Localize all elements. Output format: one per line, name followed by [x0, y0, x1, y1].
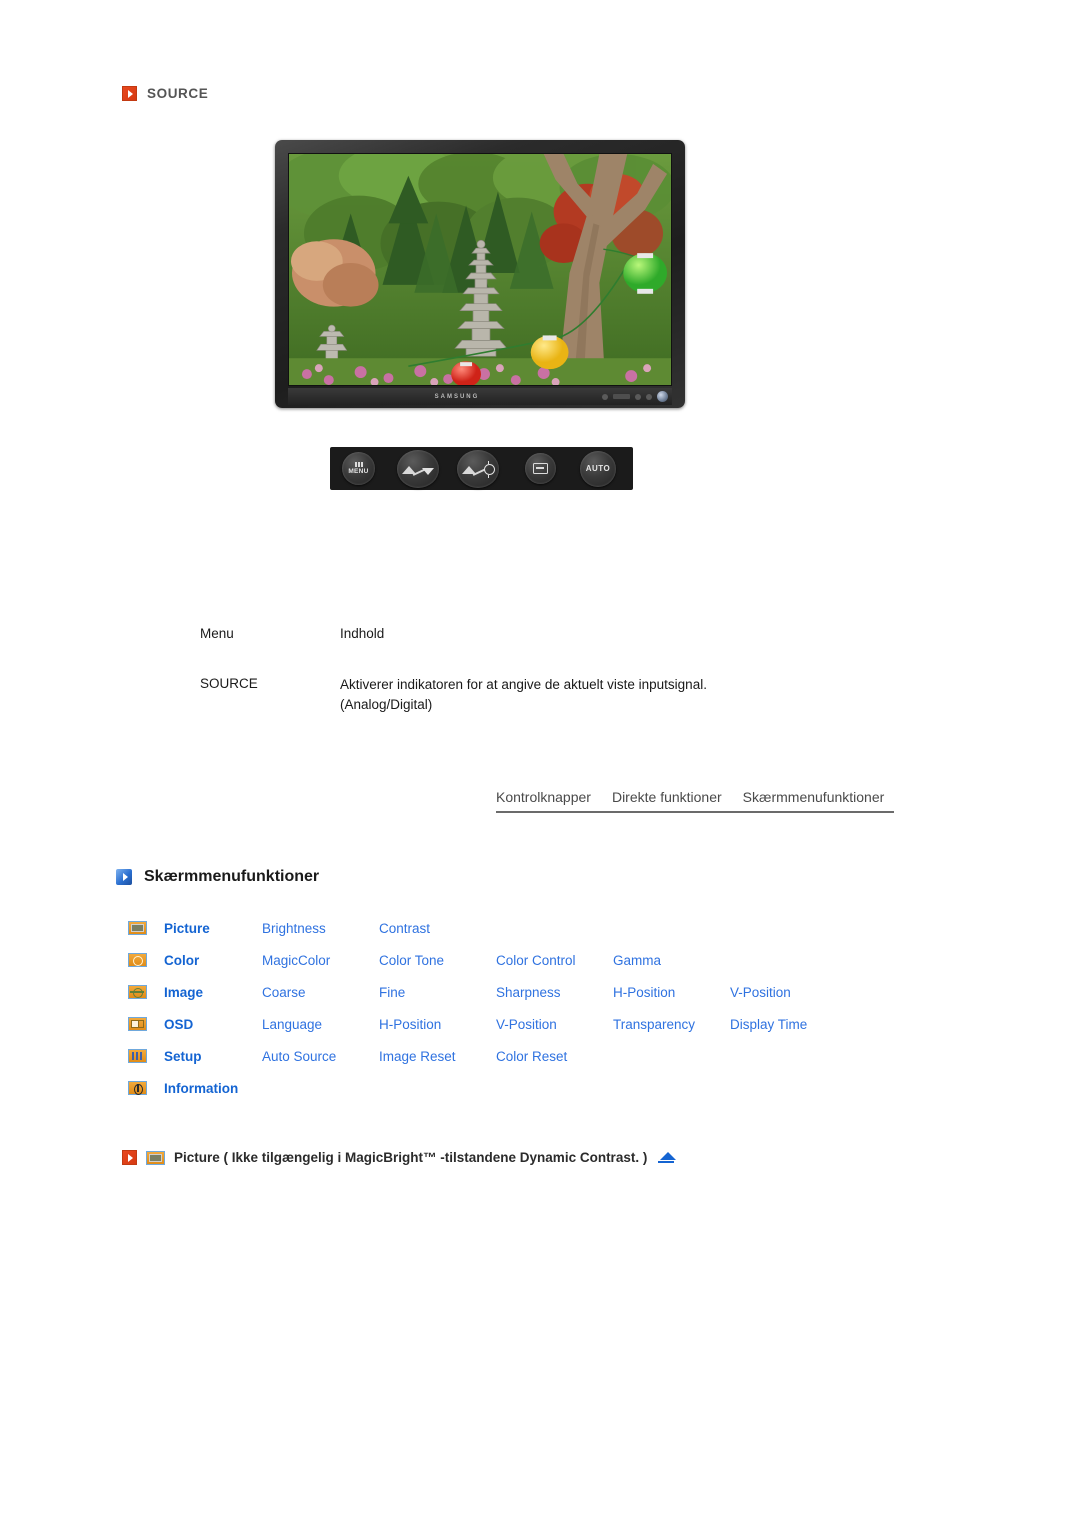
osd-item-auto-source[interactable]: Auto Source — [262, 1049, 379, 1064]
osd-row-information: Information — [128, 1072, 988, 1104]
control-buttons-panel: MENU AUTO — [330, 447, 633, 490]
osd-category-information[interactable]: Information — [164, 1081, 262, 1096]
osd-item-coarse[interactable]: Coarse — [262, 985, 379, 1000]
osd-item-image-reset[interactable]: Image Reset — [379, 1049, 496, 1064]
row-content-line1: Aktiverer indikatoren for at angive de a… — [340, 677, 707, 692]
osd-function-grid: Picture Brightness Contrast Color MagicC… — [128, 912, 988, 1104]
column-header-menu: Menu — [200, 626, 234, 641]
bezel-button-4-icon[interactable] — [646, 393, 652, 400]
osd-row-picture: Picture Brightness Contrast — [128, 912, 988, 944]
osd-row-color: Color MagicColor Color Tone Color Contro… — [128, 944, 988, 976]
blue-triangle-bullet-icon — [116, 869, 132, 885]
osd-item-osd-h-position[interactable]: H-Position — [379, 1017, 496, 1032]
osd-category-image[interactable]: Image — [164, 985, 262, 1000]
osd-icon — [128, 1017, 147, 1031]
color-icon — [128, 953, 147, 967]
setup-icon — [128, 1049, 147, 1063]
osd-item-transparency[interactable]: Transparency — [613, 1017, 730, 1032]
picture-subsection-heading: Picture ( Ikke tilgængelig i MagicBright… — [122, 1150, 677, 1165]
bezel-control-group — [602, 391, 668, 402]
bezel-button-3-icon[interactable] — [635, 393, 641, 400]
monitor-figure: SAMSUNG — [275, 140, 685, 408]
osd-item-language[interactable]: Language — [262, 1017, 379, 1032]
picture-icon — [146, 1150, 165, 1165]
auto-text-icon: AUTO — [585, 464, 611, 473]
source-heading: SOURCE — [122, 86, 208, 101]
tab-kontrolknapper[interactable]: Kontrolknapper — [496, 789, 591, 805]
osd-row-setup: Setup Auto Source Image Reset Color Rese… — [128, 1040, 988, 1072]
osd-item-sharpness[interactable]: Sharpness — [496, 985, 613, 1000]
osd-category-picture[interactable]: Picture — [164, 921, 262, 936]
enter-icon — [533, 463, 548, 474]
osd-item-osd-v-position[interactable]: V-Position — [496, 1017, 613, 1032]
mountain-sun-icon — [462, 459, 495, 479]
bezel-button-1-icon[interactable] — [602, 393, 608, 400]
power-button-icon[interactable] — [657, 391, 668, 402]
osd-item-image-h-position[interactable]: H-Position — [613, 985, 730, 1000]
brightness-button[interactable] — [457, 449, 499, 488]
osd-section-heading: Skærmmenufunktioner — [116, 868, 319, 886]
picture-icon — [128, 921, 147, 935]
row-content-line2: (Analog/Digital) — [340, 696, 433, 712]
red-triangle-bullet-icon — [122, 86, 137, 101]
information-icon — [128, 1081, 147, 1095]
monitor-screen — [288, 153, 672, 386]
red-triangle-bullet-icon — [122, 1150, 137, 1165]
osd-item-fine[interactable]: Fine — [379, 985, 496, 1000]
row-content: Aktiverer indikatoren for at angive de a… — [340, 675, 900, 714]
menu-content-table: Menu Indhold SOURCE Aktiverer indikatore… — [200, 626, 900, 714]
table-header-row: Menu Indhold — [200, 626, 900, 641]
osd-item-gamma[interactable]: Gamma — [613, 953, 730, 968]
garden-photo — [289, 154, 671, 385]
tabbar-tabs: Kontrolknapper Direkte funktioner Skærmm… — [496, 789, 894, 811]
monitor-bezel: SAMSUNG — [275, 140, 685, 408]
osd-category-osd[interactable]: OSD — [164, 1017, 262, 1032]
tabbar-rule — [496, 811, 894, 813]
osd-item-display-time[interactable]: Display Time — [730, 1017, 847, 1032]
menu-bars-icon: MENU — [348, 461, 369, 476]
osd-section-title: Skærmmenufunktioner — [144, 868, 320, 885]
down-adjust-button[interactable] — [397, 449, 439, 488]
osd-item-magiccolor[interactable]: MagicColor — [262, 953, 379, 968]
column-header-content: Indhold — [340, 626, 385, 641]
osd-item-contrast[interactable]: Contrast — [379, 921, 496, 936]
samsung-logo: SAMSUNG — [434, 393, 480, 400]
osd-item-image-v-position[interactable]: V-Position — [730, 985, 847, 1000]
row-menu-name: SOURCE — [200, 676, 258, 691]
osd-category-color[interactable]: Color — [164, 953, 262, 968]
table-row: SOURCE Aktiverer indikatoren for at angi… — [200, 675, 900, 714]
bezel-button-2-icon[interactable] — [613, 394, 630, 399]
tab-direkte-funktioner[interactable]: Direkte funktioner — [612, 789, 722, 805]
osd-row-image: Image Coarse Fine Sharpness H-Position V… — [128, 976, 988, 1008]
blue-up-triangle-icon[interactable] — [656, 1152, 677, 1163]
picture-subsection-label: Picture ( Ikke tilgængelig i MagicBright… — [174, 1150, 648, 1165]
auto-button[interactable]: AUTO — [580, 450, 616, 487]
image-icon — [128, 985, 147, 999]
osd-row-osd: OSD Language H-Position V-Position Trans… — [128, 1008, 988, 1040]
source-heading-label: SOURCE — [147, 86, 209, 101]
tab-skaermmenufunktioner[interactable]: Skærmmenufunktioner — [743, 789, 885, 805]
osd-item-color-reset[interactable]: Color Reset — [496, 1049, 613, 1064]
osd-item-color-control[interactable]: Color Control — [496, 953, 613, 968]
osd-item-brightness[interactable]: Brightness — [262, 921, 379, 936]
osd-category-setup[interactable]: Setup — [164, 1049, 262, 1064]
osd-item-color-tone[interactable]: Color Tone — [379, 953, 496, 968]
enter-button[interactable] — [525, 453, 556, 484]
mountain-down-arrow-icon — [402, 459, 434, 479]
tabbar: Kontrolknapper Direkte funktioner Skærmm… — [496, 789, 894, 813]
menu-button-label: MENU — [348, 467, 369, 475]
monitor-bottom-bezel: SAMSUNG — [288, 388, 672, 405]
menu-button[interactable]: MENU — [342, 452, 375, 485]
